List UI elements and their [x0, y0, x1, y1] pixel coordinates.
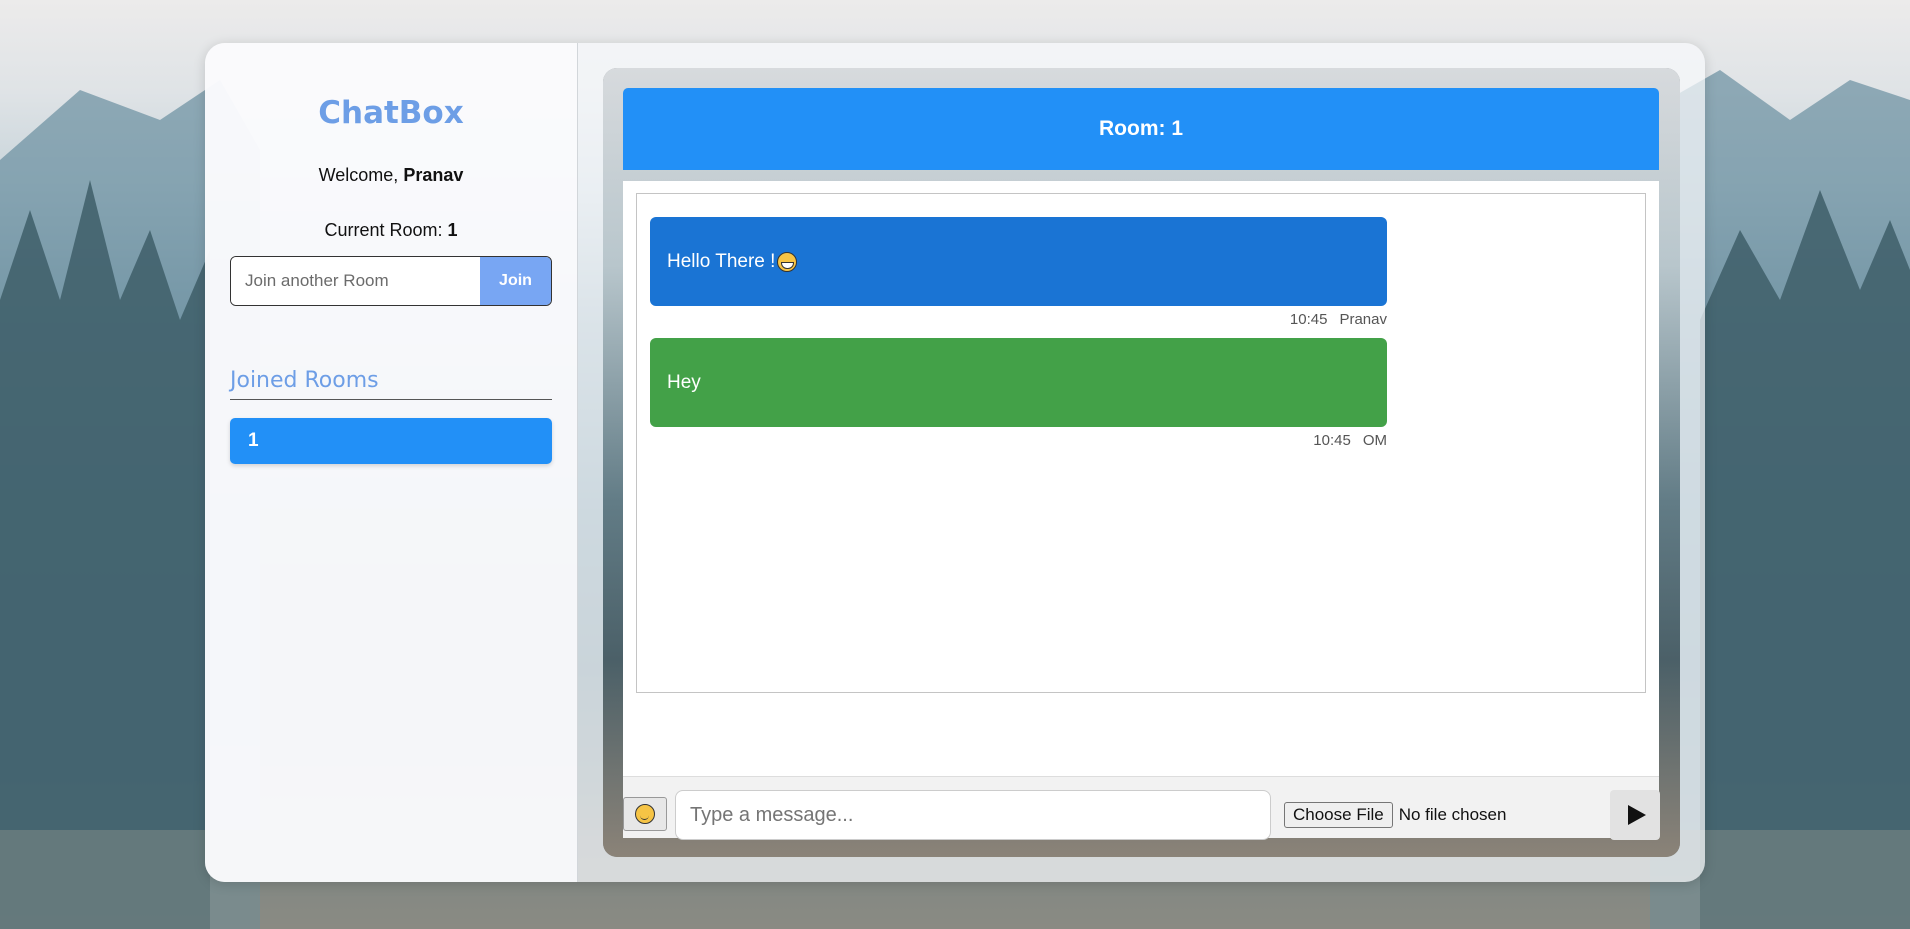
file-picker: Choose File No file chosen — [1284, 802, 1506, 828]
join-room-input[interactable] — [231, 257, 480, 305]
current-room-prefix: Current Room: — [324, 220, 443, 240]
emoji-button[interactable] — [623, 797, 667, 831]
message-text: Hey — [667, 372, 701, 393]
messages-list[interactable]: Hello There ! 10:45 Pranav Hey 10:45 OM — [636, 193, 1646, 693]
send-icon — [1628, 805, 1646, 825]
message-meta: 10:45 OM — [650, 432, 1387, 449]
room-list-item[interactable]: 1 — [230, 418, 552, 464]
message-text: Hello There ! — [667, 251, 776, 272]
join-room-form: Join — [230, 256, 552, 306]
message-sender: OM — [1362, 432, 1387, 449]
room-header: Room: 1 — [623, 88, 1659, 170]
choose-file-button[interactable]: Choose File — [1284, 802, 1393, 828]
message-meta: 10:45 Pranav — [650, 311, 1387, 328]
file-status: No file chosen — [1398, 805, 1507, 824]
smiley-icon — [635, 804, 655, 824]
grinning-face-icon — [777, 251, 798, 272]
message-bubble: Hey — [650, 338, 1387, 427]
brand-title: ChatBox — [318, 95, 464, 131]
message-bubble: Hello There ! — [650, 217, 1387, 306]
chat-panel: Room: 1 Hello There ! 10:45 Pranav Hey 10… — [603, 68, 1680, 857]
sidebar: ChatBox Welcome, Pranav Current Room: 1 … — [205, 43, 578, 882]
welcome-text: Welcome, Pranav — [205, 165, 577, 186]
message-input[interactable] — [675, 790, 1271, 840]
welcome-prefix: Welcome, — [318, 165, 399, 185]
message-composer: Choose File No file chosen — [623, 776, 1660, 840]
message-time: 10:45 — [1289, 311, 1328, 328]
message-sender: Pranav — [1339, 311, 1387, 328]
current-room-value: 1 — [447, 220, 458, 240]
username: Pranav — [403, 165, 464, 185]
messages-wrapper: Hello There ! 10:45 Pranav Hey 10:45 OM — [623, 181, 1659, 776]
join-button[interactable]: Join — [480, 257, 551, 305]
current-room-text: Current Room: 1 — [205, 220, 577, 241]
joined-rooms-title: Joined Rooms — [230, 368, 552, 400]
send-button[interactable] — [1610, 790, 1660, 840]
app-window: ChatBox Welcome, Pranav Current Room: 1 … — [205, 43, 1705, 882]
message-time: 10:45 — [1313, 432, 1351, 449]
